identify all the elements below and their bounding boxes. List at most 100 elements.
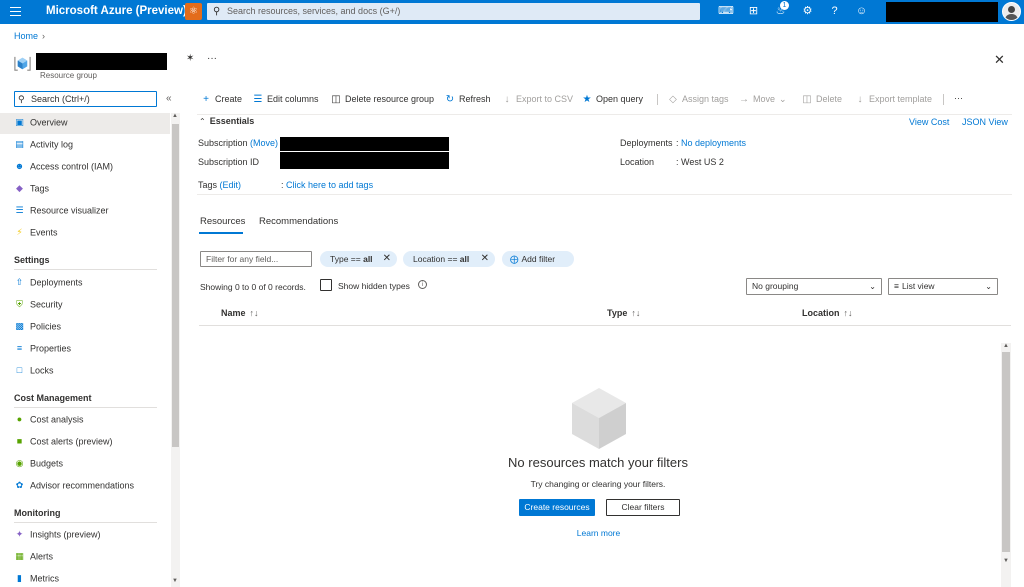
cost-analysis-icon: ● (16, 414, 23, 425)
type-filter-pill[interactable]: Type == all ✕ (320, 251, 397, 267)
sidebar-item-advisor-recommendations[interactable]: ✿ Advisor recommendations (14, 480, 134, 494)
sidebar-item-security[interactable]: ⛨ Security (14, 299, 62, 313)
overview-icon: ▣ (15, 117, 24, 128)
tags-edit-link[interactable]: (Edit) (220, 180, 242, 190)
sidebar-item-deployments[interactable]: ⇧ Deployments (14, 277, 83, 291)
add-filter-button[interactable]: ⨁ Add filter (502, 251, 574, 267)
sidebar-scrollbar-thumb[interactable] (172, 124, 179, 447)
help-icon[interactable]: ? (827, 4, 842, 19)
subscription-move-link[interactable]: (Move) (250, 138, 278, 148)
scroll-down-arrow-icon[interactable]: ▼ (172, 578, 178, 584)
collapse-sidebar-icon[interactable]: « (166, 93, 172, 104)
grouping-dropdown[interactable]: No grouping ⌄ (746, 278, 882, 295)
filter-input[interactable]: Filter for any field... (200, 251, 312, 267)
sidebar-item-events[interactable]: ⚡ Events (14, 227, 57, 241)
sidebar-nav: ▣ Overview ▤ Activity log ☻ Access control … (0, 113, 171, 587)
sidebar-item-cost-alerts[interactable]: ■ Cost alerts (preview) (14, 436, 113, 450)
settings-gear-icon[interactable]: ⚙ (800, 4, 815, 19)
scroll-up-arrow-icon[interactable]: ▲ (172, 113, 178, 119)
tab-recommendations[interactable]: Recommendations (259, 216, 338, 227)
show-hidden-types-checkbox[interactable] (320, 279, 332, 291)
empty-state-title: No resources match your filters (508, 455, 688, 470)
column-header-location[interactable]: Location ↑↓ (802, 308, 853, 318)
insights-icon: ✦ (15, 529, 24, 540)
records-count: Showing 0 to 0 of 0 records. (200, 282, 306, 292)
pin-icon[interactable]: ✶ (186, 53, 194, 64)
move-button[interactable]: → Move ⌄ (738, 92, 787, 108)
export-csv-button[interactable]: ↓ Export to CSV (501, 92, 574, 108)
sidebar-item-properties[interactable]: ≡ Properties (14, 343, 71, 357)
list-view-icon: ≡ (894, 281, 899, 291)
sidebar-item-budgets[interactable]: ◉ Budgets (14, 458, 63, 472)
delete-button[interactable]: ◫ Delete (801, 92, 842, 108)
policy-icon: ▩ (15, 321, 24, 332)
toolbar-more-button[interactable]: ··· (954, 91, 963, 107)
sidebar-item-policies[interactable]: ▩ Policies (14, 321, 61, 335)
portal-brand[interactable]: Microsoft Azure (Preview) (46, 5, 187, 17)
clear-filters-button[interactable]: Clear filters (606, 499, 680, 516)
assign-tags-button[interactable]: ◇ Assign tags (667, 92, 728, 108)
sidebar-heading-cost-management: Cost Management (14, 393, 92, 403)
properties-icon: ≡ (16, 343, 23, 354)
learn-more-link[interactable]: Learn more (560, 528, 637, 538)
create-resources-button[interactable]: Create resources (519, 499, 595, 516)
table-header-divider (199, 325, 1011, 326)
cloud-shell-icon[interactable]: ⌨ (718, 4, 734, 19)
create-button[interactable]: + Create (200, 92, 242, 108)
search-icon: ⚲ (18, 94, 25, 104)
sidebar-item-metrics[interactable]: ▮ Metrics (14, 573, 59, 587)
feedback-icon[interactable]: ☺ (854, 4, 869, 19)
deployments-link[interactable]: No deployments (681, 138, 746, 148)
hamburger-menu-icon[interactable] (10, 7, 21, 16)
view-dropdown[interactable]: ≡ List view ⌄ (888, 278, 998, 295)
breadcrumb-home-link[interactable]: Home (14, 31, 38, 41)
search-icon: ⚲ (213, 6, 221, 17)
sidebar-item-access-control[interactable]: ☻ Access control (IAM) (14, 161, 113, 175)
sidebar-item-activity-log[interactable]: ▤ Activity log (14, 139, 73, 153)
edit-columns-button[interactable]: ☰ Edit columns (252, 92, 319, 108)
tab-resources[interactable]: Resources (200, 216, 245, 227)
directory-filter-icon[interactable]: ⊞ (746, 4, 761, 19)
shield-icon: ⛨ (16, 299, 23, 310)
sidebar-item-cost-analysis[interactable]: ● Cost analysis (14, 414, 84, 428)
scroll-up-arrow-icon[interactable]: ▲ (1003, 343, 1009, 349)
content-scrollbar-thumb[interactable] (1002, 352, 1010, 552)
essentials-toggle[interactable]: ⌃ Essentials (199, 116, 254, 126)
location-label: Location (620, 157, 655, 167)
resource-type-label: Resource group (40, 71, 97, 80)
close-icon[interactable]: ✕ (994, 52, 1005, 68)
subscription-id-redacted (280, 152, 449, 169)
remove-filter-icon[interactable]: ✕ (383, 251, 391, 267)
user-avatar[interactable] (1002, 2, 1021, 21)
sidebar-item-alerts[interactable]: ▦ Alerts (14, 551, 53, 565)
sidebar-item-overview[interactable]: ▣ Overview (14, 117, 67, 131)
delete-resource-group-button[interactable]: ◫ Delete resource group (330, 92, 434, 108)
bug-report-icon[interactable]: ⚛ (185, 3, 202, 20)
sidebar-divider (14, 269, 157, 270)
json-view-link[interactable]: JSON View (962, 117, 1008, 127)
column-header-name[interactable]: Name ↑↓ (221, 308, 259, 318)
view-cost-link[interactable]: View Cost (909, 117, 949, 127)
essentials-divider (197, 114, 1012, 115)
column-header-type[interactable]: Type ↑↓ (607, 308, 640, 318)
add-tags-link[interactable]: Click here to add tags (286, 180, 373, 190)
cost-alert-icon: ■ (16, 436, 23, 447)
budget-icon: ◉ (15, 458, 24, 469)
export-template-button[interactable]: ↓ Export template (854, 92, 933, 108)
remove-filter-icon[interactable]: ✕ (481, 251, 489, 267)
scroll-down-arrow-icon[interactable]: ▼ (1003, 558, 1009, 564)
location-filter-pill[interactable]: Location == all ✕ (403, 251, 495, 267)
essentials-bottom-divider (197, 194, 1012, 195)
account-name-redacted[interactable] (886, 2, 998, 22)
info-icon[interactable]: i (418, 280, 427, 289)
sidebar-item-tags[interactable]: ◆ Tags (14, 183, 49, 197)
sidebar-search-input[interactable]: ⚲ Search (Ctrl+/) (14, 91, 157, 107)
sidebar-item-insights[interactable]: ✦ Insights (preview) (14, 529, 101, 543)
more-options-icon[interactable]: ··· (207, 53, 217, 64)
empty-cube-icon (572, 388, 626, 449)
global-search-input[interactable]: ⚲ Search resources, services, and docs (… (207, 3, 700, 20)
refresh-button[interactable]: ↻ Refresh (444, 92, 491, 108)
sidebar-item-locks[interactable]: □ Locks (14, 365, 54, 379)
sidebar-item-resource-visualizer[interactable]: ☰ Resource visualizer (14, 205, 108, 219)
open-query-button[interactable]: ★ Open query (581, 92, 644, 108)
